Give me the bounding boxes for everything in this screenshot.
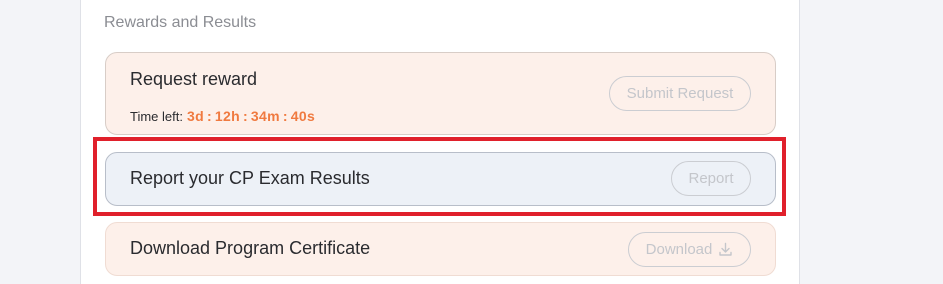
download-icon [718, 242, 733, 257]
submit-request-button[interactable]: Submit Request [609, 76, 751, 111]
countdown-timer: 3d : 12h : 34m : 40s [187, 108, 315, 124]
page-background [0, 0, 80, 284]
timer-separator: : [282, 108, 288, 124]
section-title: Rewards and Results [104, 14, 257, 31]
timer-days: 3d [186, 108, 204, 124]
timer-separator: : [242, 108, 248, 124]
download-certificate-title: Download Program Certificate [130, 238, 371, 258]
time-left-row: Time left: 3d : 12h : 34m : 40s [130, 108, 315, 124]
request-reward-card: Request reward Time left: 3d : 12h : 34m… [105, 52, 776, 135]
timer-hours: 12h [214, 108, 240, 124]
download-button[interactable]: Download [628, 232, 751, 267]
timer-separator: : [206, 108, 212, 124]
time-left-label: Time left: [130, 109, 183, 124]
download-certificate-card: Download Program Certificate Download [105, 222, 776, 276]
highlight-annotation-box [93, 137, 786, 216]
timer-seconds: 40s [290, 108, 316, 124]
download-button-label: Download [645, 241, 713, 258]
request-reward-title: Request reward [130, 69, 258, 89]
timer-minutes: 34m [250, 108, 280, 124]
